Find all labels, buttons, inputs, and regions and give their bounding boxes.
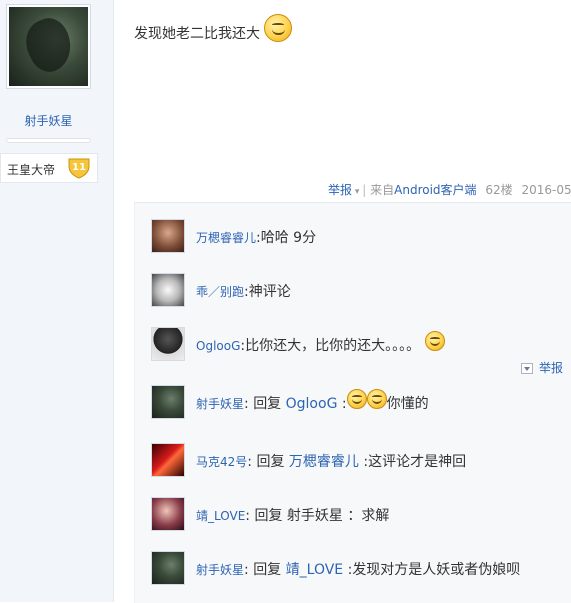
reply-body: 射手妖星: 回复 OglooG : 你懂的: [196, 393, 429, 414]
source-link[interactable]: Android客户端: [394, 183, 476, 197]
reply-text: 神评论: [249, 284, 291, 300]
reply-colon: ：: [347, 508, 361, 524]
report-link[interactable]: 举报: [328, 183, 352, 197]
avatar[interactable]: [151, 385, 185, 419]
reply-body: 靖_LOVE: 回复 射手妖星 ：求解: [196, 505, 389, 525]
chevron-down-icon[interactable]: [521, 363, 533, 374]
post-date: 2016-05-: [522, 183, 571, 197]
reply-username[interactable]: 射手妖星: [196, 397, 244, 411]
reply-text: 这评论才是神回: [368, 454, 466, 470]
reply-text: 哈哈 9分: [261, 230, 316, 246]
reply-target[interactable]: 射手妖星: [287, 508, 343, 524]
sidebar-divider: [6, 138, 91, 143]
avatar[interactable]: [151, 551, 185, 585]
reply-report-action[interactable]: 举报: [521, 359, 563, 376]
level-number: 11: [72, 162, 86, 173]
reply-text: 求解: [361, 508, 389, 524]
level-badge-icon[interactable]: 11: [67, 157, 91, 179]
reply-colon: :: [245, 508, 250, 524]
post-content: 发现她老二比我还大: [134, 20, 292, 48]
smile-emoji-icon: [347, 389, 367, 409]
reply-target[interactable]: OglooG: [286, 396, 338, 412]
reply-text: 比你还大，比你的还大。。。。: [245, 338, 420, 354]
reply-colon: :: [244, 396, 249, 412]
reply-colon: :: [244, 562, 249, 578]
smile-emoji-icon: [264, 14, 292, 42]
reply-body: 万楒睿睿儿:哈哈 9分: [196, 227, 316, 247]
reply-username[interactable]: 射手妖星: [196, 563, 244, 577]
avatar[interactable]: [151, 273, 185, 307]
smile-emoji-icon: [367, 389, 387, 409]
reply-username[interactable]: OglooG: [196, 339, 240, 353]
author-badge-row: 王皇大帝 11: [0, 153, 98, 183]
reply-text: 你懂的: [387, 396, 429, 412]
reply-username[interactable]: 马克42号: [196, 455, 247, 469]
dragon-avatar-icon: [9, 7, 88, 86]
reply-colon: :: [247, 454, 252, 470]
reply-word: 回复: [253, 562, 281, 578]
author-sidebar: 射手妖星 王皇大帝 11: [0, 0, 114, 602]
reply-word: 回复: [254, 508, 282, 524]
avatar[interactable]: [151, 219, 185, 253]
reply-username[interactable]: 乖／别跑: [196, 285, 244, 299]
author-title: 王皇大帝: [7, 161, 55, 178]
reply-report-link[interactable]: 举报: [539, 361, 563, 375]
post-meta: 举报 ▾ | 来自Android客户端 62楼 2016-05-: [328, 181, 571, 198]
smile-emoji-icon: [425, 331, 445, 351]
floor-number: 62楼: [485, 183, 512, 197]
reply-target[interactable]: 万楒睿睿儿: [289, 454, 359, 470]
avatar[interactable]: [151, 327, 185, 361]
reply-target[interactable]: 靖_LOVE: [286, 562, 344, 578]
meta-separator: |: [362, 183, 366, 197]
reply-list: 万楒睿睿儿:哈哈 9分 乖／别跑:神评论 OglooG:比你还大，比你的还大。。…: [134, 202, 571, 603]
reply-username[interactable]: 万楒睿睿儿: [196, 231, 256, 245]
reply-word: 回复: [253, 396, 281, 412]
reply-text: 发现对方是人妖或者伪娘呗: [352, 562, 520, 578]
avatar[interactable]: [151, 497, 185, 531]
reply-colon: :: [342, 396, 347, 412]
reply-word: 回复: [256, 454, 284, 470]
reply-body: 马克42号: 回复 万楒睿睿儿 :这评论才是神回: [196, 451, 466, 471]
avatar[interactable]: [151, 443, 185, 477]
author-avatar[interactable]: [6, 4, 91, 89]
author-name-link[interactable]: 射手妖星: [0, 112, 97, 129]
chevron-down-icon: ▾: [352, 187, 362, 197]
reply-body: OglooG:比你还大，比你的还大。。。。: [196, 335, 445, 356]
reply-body: 射手妖星: 回复 靖_LOVE :发现对方是人妖或者伪娘呗: [196, 559, 520, 579]
reply-body: 乖／别跑:神评论: [196, 281, 291, 301]
reply-username[interactable]: 靖_LOVE: [196, 509, 245, 523]
post-text: 发现她老二比我还大: [134, 26, 260, 42]
source-prefix: 来自: [370, 183, 394, 197]
